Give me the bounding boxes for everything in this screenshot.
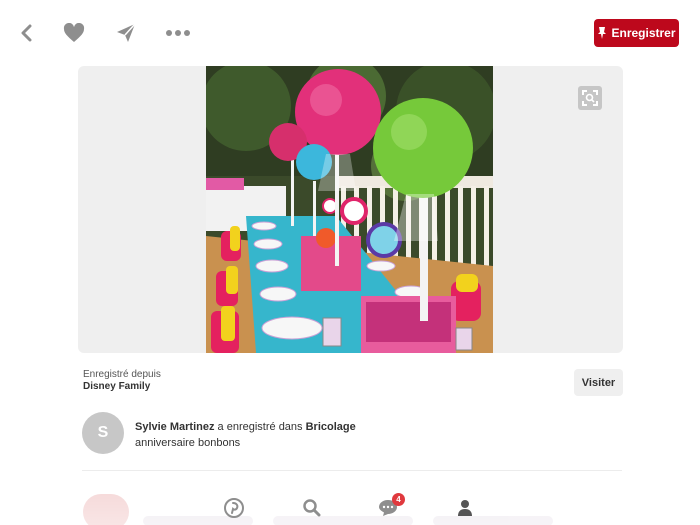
avatar[interactable]: S bbox=[82, 412, 124, 454]
search-icon[interactable] bbox=[300, 496, 324, 520]
pin-icon bbox=[598, 27, 607, 39]
saved-from-label: Enregistré depuis bbox=[83, 369, 161, 380]
send-icon[interactable] bbox=[113, 20, 139, 46]
visual-search-button[interactable] bbox=[578, 86, 602, 110]
save-button-label: Enregistrer bbox=[611, 26, 676, 40]
activity-action: a enregistré dans bbox=[217, 421, 303, 433]
pin-photo[interactable] bbox=[206, 66, 493, 353]
visual-search-icon bbox=[582, 90, 598, 106]
activity-text: Sylvie Martinez a enregistré dans Bricol… bbox=[135, 419, 356, 451]
pin-activity: S Sylvie Martinez a enregistré dans Bric… bbox=[82, 412, 622, 456]
activity-user-name[interactable]: Sylvie Martinez bbox=[135, 421, 214, 433]
pin-image-card bbox=[78, 66, 623, 353]
activity-board-name[interactable]: Bricolage bbox=[306, 421, 356, 433]
more-icon[interactable] bbox=[165, 20, 191, 46]
divider bbox=[82, 470, 622, 471]
source-site-name[interactable]: Disney Family bbox=[83, 381, 161, 393]
save-button[interactable]: Enregistrer bbox=[594, 19, 679, 47]
bottom-nav bbox=[0, 492, 700, 525]
top-bar: Enregistrer bbox=[0, 0, 700, 66]
activity-description: anniversaire bonbons bbox=[135, 437, 241, 449]
back-icon[interactable] bbox=[13, 20, 39, 46]
pin-source: Enregistré depuis Disney Family bbox=[83, 369, 161, 393]
heart-icon[interactable] bbox=[61, 20, 87, 46]
visit-button[interactable]: Visiter bbox=[574, 369, 623, 396]
profile-icon[interactable] bbox=[453, 496, 477, 520]
home-icon[interactable] bbox=[222, 496, 246, 520]
messages-badge: 4 bbox=[392, 493, 405, 506]
